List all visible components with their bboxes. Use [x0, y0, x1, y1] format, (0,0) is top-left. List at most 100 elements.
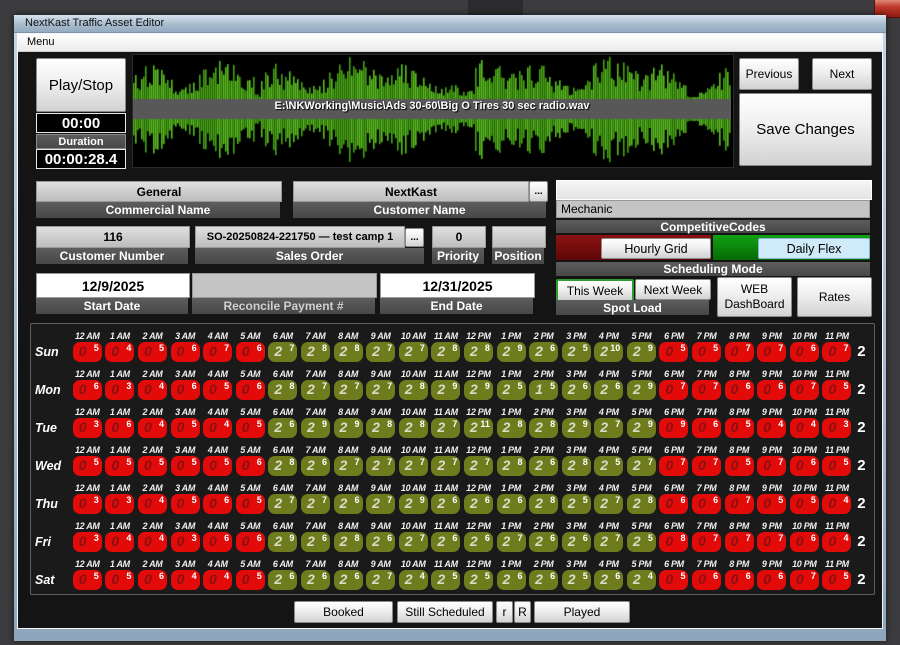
spot-count-pill[interactable]: 06 — [236, 380, 265, 400]
spot-count-pill[interactable]: 29 — [464, 380, 493, 400]
spot-count-pill[interactable]: 06 — [725, 570, 754, 590]
spot-count-pill[interactable]: 08 — [659, 532, 688, 552]
spot-count-pill[interactable]: 07 — [692, 532, 721, 552]
rates-button[interactable]: Rates — [797, 277, 872, 317]
spot-count-pill[interactable]: 211 — [464, 418, 493, 438]
spot-count-pill[interactable]: 26 — [594, 570, 623, 590]
spot-count-pill[interactable]: 26 — [464, 532, 493, 552]
spot-count-pill[interactable]: 26 — [529, 342, 558, 362]
spot-count-pill[interactable]: 05 — [203, 380, 232, 400]
spot-count-pill[interactable]: 24 — [627, 570, 656, 590]
r-lower-button[interactable]: r — [496, 601, 513, 623]
booked-button[interactable]: Booked — [294, 601, 393, 623]
hourly-grid-button[interactable]: Hourly Grid — [601, 238, 711, 259]
spot-count-pill[interactable]: 27 — [334, 380, 363, 400]
spot-count-pill[interactable]: 28 — [431, 342, 460, 362]
spot-count-pill[interactable]: 27 — [431, 418, 460, 438]
spot-count-pill[interactable]: 07 — [757, 456, 786, 476]
spot-count-pill[interactable]: 05 — [105, 456, 134, 476]
spot-count-pill[interactable]: 27 — [334, 456, 363, 476]
daily-flex-button[interactable]: Daily Flex — [758, 238, 870, 259]
spot-count-pill[interactable]: 26 — [594, 380, 623, 400]
spot-count-pill[interactable]: 06 — [236, 342, 265, 362]
spot-count-pill[interactable]: 26 — [366, 532, 395, 552]
r-upper-button[interactable]: R — [514, 601, 531, 623]
spot-count-pill[interactable]: 05 — [822, 456, 851, 476]
spot-count-pill[interactable]: 07 — [725, 494, 754, 514]
spot-count-pill[interactable]: 28 — [497, 418, 526, 438]
spot-count-pill[interactable]: 27 — [497, 532, 526, 552]
spot-count-pill[interactable]: 03 — [171, 532, 200, 552]
spot-count-pill[interactable]: 26 — [431, 494, 460, 514]
spot-count-pill[interactable]: 03 — [105, 494, 134, 514]
title-bar[interactable]: NextKast Traffic Asset Editor — [14, 15, 886, 33]
spot-count-pill[interactable]: 29 — [627, 380, 656, 400]
spot-count-pill[interactable]: 26 — [497, 494, 526, 514]
spot-count-pill[interactable]: 05 — [73, 570, 102, 590]
spot-count-pill[interactable]: 25 — [431, 570, 460, 590]
spot-count-pill[interactable]: 06 — [659, 494, 688, 514]
spot-count-pill[interactable]: 05 — [236, 570, 265, 590]
spot-count-pill[interactable]: 06 — [790, 532, 819, 552]
spot-count-pill[interactable]: 27 — [594, 532, 623, 552]
next-button[interactable]: Next — [812, 58, 872, 90]
spot-count-pill[interactable]: 05 — [171, 456, 200, 476]
spot-count-pill[interactable]: 27 — [594, 494, 623, 514]
spot-count-pill[interactable]: 04 — [203, 570, 232, 590]
spot-count-pill[interactable]: 27 — [627, 456, 656, 476]
spot-count-pill[interactable]: 06 — [692, 418, 721, 438]
save-changes-button[interactable]: Save Changes — [739, 93, 872, 166]
spot-count-pill[interactable]: 28 — [627, 494, 656, 514]
spot-count-pill[interactable]: 28 — [334, 532, 363, 552]
spot-count-pill[interactable]: 07 — [725, 532, 754, 552]
spot-count-pill[interactable]: 04 — [138, 532, 167, 552]
spot-count-pill[interactable]: 06 — [73, 380, 102, 400]
spot-count-pill[interactable]: 05 — [725, 418, 754, 438]
spot-count-pill[interactable]: 06 — [692, 570, 721, 590]
spot-count-pill[interactable]: 04 — [822, 532, 851, 552]
spot-count-pill[interactable]: 05 — [236, 494, 265, 514]
spot-count-pill[interactable]: 06 — [725, 380, 754, 400]
spot-count-pill[interactable]: 04 — [138, 494, 167, 514]
previous-button[interactable]: Previous — [739, 58, 799, 90]
spot-count-pill[interactable]: 06 — [236, 532, 265, 552]
spot-count-pill[interactable]: 06 — [757, 380, 786, 400]
spot-count-pill[interactable]: 05 — [822, 570, 851, 590]
spot-count-pill[interactable]: 05 — [692, 342, 721, 362]
spot-count-pill[interactable]: 09 — [659, 418, 688, 438]
end-date-value[interactable]: 12/31/2025 — [380, 273, 535, 298]
spot-count-pill[interactable]: 29 — [562, 418, 591, 438]
spot-count-pill[interactable]: 06 — [203, 494, 232, 514]
spot-count-pill[interactable]: 210 — [594, 342, 623, 362]
this-week-button[interactable]: This Week — [556, 279, 634, 302]
competitive-codes-input[interactable] — [556, 180, 872, 200]
spot-count-pill[interactable]: 05 — [790, 494, 819, 514]
spot-count-pill[interactable]: 04 — [105, 342, 134, 362]
spot-count-pill[interactable]: 29 — [431, 380, 460, 400]
spot-count-pill[interactable]: 26 — [301, 570, 330, 590]
spot-count-pill[interactable]: 04 — [757, 418, 786, 438]
spot-count-pill[interactable]: 27 — [301, 494, 330, 514]
spot-count-pill[interactable]: 28 — [399, 418, 428, 438]
spot-count-pill[interactable]: 06 — [790, 456, 819, 476]
spot-count-pill[interactable]: 07 — [692, 456, 721, 476]
spot-count-pill[interactable]: 05 — [73, 342, 102, 362]
spot-count-pill[interactable]: 26 — [301, 532, 330, 552]
spot-count-pill[interactable]: 03 — [73, 494, 102, 514]
spot-count-pill[interactable]: 27 — [431, 456, 460, 476]
spot-count-pill[interactable]: 28 — [301, 342, 330, 362]
play-stop-button[interactable]: Play/Stop — [36, 58, 126, 112]
spot-count-pill[interactable]: 29 — [497, 342, 526, 362]
spot-count-pill[interactable]: 26 — [529, 456, 558, 476]
spot-count-pill[interactable]: 25 — [562, 570, 591, 590]
menu-item-menu[interactable]: Menu — [27, 36, 55, 48]
spot-count-pill[interactable]: 27 — [366, 494, 395, 514]
spot-count-pill[interactable]: 26 — [268, 418, 297, 438]
spot-count-pill[interactable]: 25 — [627, 532, 656, 552]
spot-count-pill[interactable]: 27 — [366, 380, 395, 400]
start-date-value[interactable]: 12/9/2025 — [36, 273, 190, 298]
spot-count-pill[interactable]: 03 — [822, 418, 851, 438]
spot-count-pill[interactable]: 29 — [268, 532, 297, 552]
spot-count-pill[interactable]: 27 — [399, 456, 428, 476]
played-button[interactable]: Played — [534, 601, 630, 623]
